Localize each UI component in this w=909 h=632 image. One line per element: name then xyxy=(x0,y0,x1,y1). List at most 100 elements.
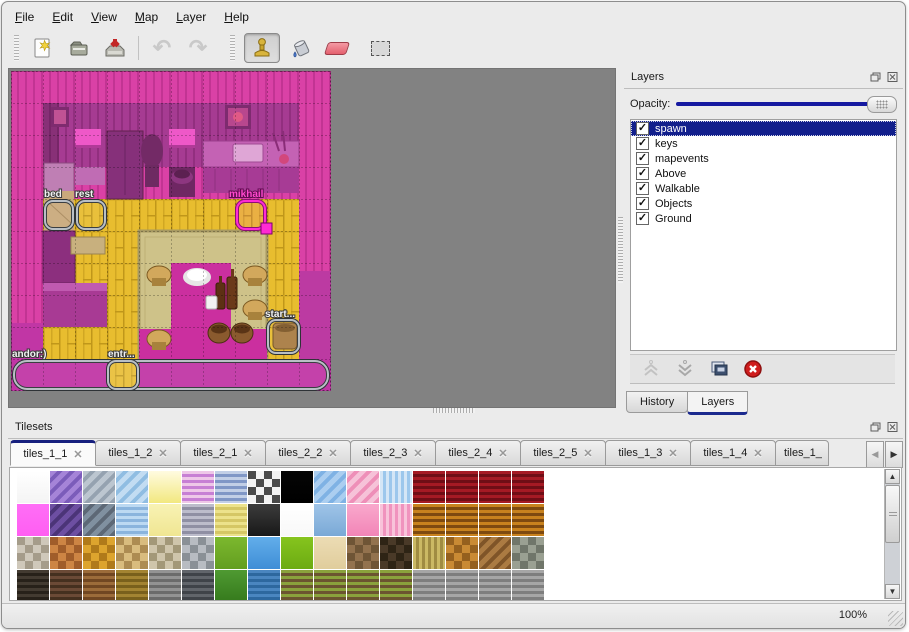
layer-visibility-checkbox[interactable]: ✓ xyxy=(636,212,649,225)
tileset-tab-tiles_2_3[interactable]: tiles_2_3✕ xyxy=(350,440,436,466)
tile-0-6[interactable] xyxy=(215,471,247,503)
tile-2-10[interactable] xyxy=(347,537,379,569)
bucket-fill-button[interactable] xyxy=(286,34,316,62)
tile-2-7[interactable] xyxy=(248,537,280,569)
tab-close-icon[interactable]: ✕ xyxy=(413,447,422,460)
tab-scroll-right-button[interactable]: ▶ xyxy=(885,441,903,468)
tile-1-7[interactable] xyxy=(248,504,280,536)
tile-2-5[interactable] xyxy=(182,537,214,569)
tile-3-4[interactable] xyxy=(149,570,181,601)
horizontal-splitter-handle[interactable] xyxy=(433,408,475,413)
tile-3-5[interactable] xyxy=(182,570,214,601)
scroll-up-button[interactable]: ▲ xyxy=(885,469,900,484)
tile-3-3[interactable] xyxy=(116,570,148,601)
tile-1-2[interactable] xyxy=(83,504,115,536)
tileset-tab-tiles_1_[interactable]: tiles_1_✕ xyxy=(775,440,829,466)
tile-3-6[interactable] xyxy=(215,570,247,601)
tile-0-4[interactable] xyxy=(149,471,181,503)
tile-2-15[interactable] xyxy=(512,537,544,569)
object-resize-handle[interactable] xyxy=(261,223,272,234)
tab-close-icon[interactable]: ✕ xyxy=(668,447,677,460)
tile-1-4[interactable] xyxy=(149,504,181,536)
menu-file[interactable]: File xyxy=(6,7,43,27)
layer-row-Above[interactable]: ✓Above xyxy=(631,166,896,181)
save-button[interactable] xyxy=(100,34,130,62)
lower-layer-button[interactable] xyxy=(674,358,696,380)
tab-close-icon[interactable]: ✕ xyxy=(243,447,252,460)
map-object-entrance-long[interactable] xyxy=(14,361,328,389)
tile-3-9[interactable] xyxy=(314,570,346,601)
tile-0-8[interactable] xyxy=(281,471,313,503)
layer-row-Walkable[interactable]: ✓Walkable xyxy=(631,181,896,196)
tile-1-8[interactable] xyxy=(281,504,313,536)
tile-1-0[interactable] xyxy=(17,504,49,536)
tile-3-13[interactable] xyxy=(446,570,478,601)
tile-1-10[interactable] xyxy=(347,504,379,536)
tile-0-3[interactable] xyxy=(116,471,148,503)
tile-0-11[interactable] xyxy=(380,471,412,503)
tile-2-8[interactable] xyxy=(281,537,313,569)
tile-2-3[interactable] xyxy=(116,537,148,569)
tile-2-12[interactable] xyxy=(413,537,445,569)
tile-2-14[interactable] xyxy=(479,537,511,569)
layer-row-Objects[interactable]: ✓Objects xyxy=(631,196,896,211)
opacity-slider-track[interactable] xyxy=(676,102,895,106)
tile-1-5[interactable] xyxy=(182,504,214,536)
tile-3-11[interactable] xyxy=(380,570,412,601)
tile-3-0[interactable] xyxy=(17,570,49,601)
tileset-tab-tiles_2_1[interactable]: tiles_2_1✕ xyxy=(180,440,266,466)
tile-1-11[interactable] xyxy=(380,504,412,536)
dock-tab-layers[interactable]: Layers xyxy=(687,391,748,415)
tile-1-1[interactable] xyxy=(50,504,82,536)
layer-row-Ground[interactable]: ✓Ground xyxy=(631,211,896,226)
tile-0-2[interactable] xyxy=(83,471,115,503)
scrollbar-thumb[interactable] xyxy=(885,485,900,543)
tile-0-7[interactable] xyxy=(248,471,280,503)
toolbar-drag-handle[interactable] xyxy=(14,35,19,61)
resize-grip[interactable] xyxy=(888,611,903,626)
new-map-button[interactable] xyxy=(28,34,58,62)
tile-1-14[interactable] xyxy=(479,504,511,536)
tileset-tab-tiles_1_3[interactable]: tiles_1_3✕ xyxy=(605,440,691,466)
tile-0-12[interactable] xyxy=(413,471,445,503)
duplicate-layer-button[interactable] xyxy=(708,358,730,380)
layer-row-mapevents[interactable]: ✓mapevents xyxy=(631,151,896,166)
tab-close-icon[interactable]: ✕ xyxy=(753,447,762,460)
menu-help[interactable]: Help xyxy=(215,7,258,27)
tile-2-9[interactable] xyxy=(314,537,346,569)
undo-button[interactable]: ↶ xyxy=(147,34,177,62)
tile-2-6[interactable] xyxy=(215,537,247,569)
stamp-brush-button[interactable] xyxy=(244,33,280,63)
rectangular-select-button[interactable] xyxy=(365,34,395,62)
float-panel-button[interactable] xyxy=(869,71,882,83)
close-tilesets-button[interactable] xyxy=(886,421,899,433)
tile-0-9[interactable] xyxy=(314,471,346,503)
tile-2-11[interactable] xyxy=(380,537,412,569)
tab-scroll-left-button[interactable]: ◀ xyxy=(866,441,884,468)
tile-1-3[interactable] xyxy=(116,504,148,536)
tile-2-2[interactable] xyxy=(83,537,115,569)
palette-scrollbar[interactable]: ▲ ▼ xyxy=(884,469,900,599)
layer-visibility-checkbox[interactable]: ✓ xyxy=(636,152,649,165)
tile-1-12[interactable] xyxy=(413,504,445,536)
float-tilesets-button[interactable] xyxy=(869,421,882,433)
raise-layer-button[interactable] xyxy=(640,358,662,380)
scroll-down-button[interactable]: ▼ xyxy=(885,584,900,599)
tab-close-icon[interactable]: ✕ xyxy=(73,448,82,461)
opacity-slider[interactable] xyxy=(676,96,897,112)
tile-3-10[interactable] xyxy=(347,570,379,601)
tile-0-1[interactable] xyxy=(50,471,82,503)
tile-3-12[interactable] xyxy=(413,570,445,601)
tileset-tab-tiles_1_4[interactable]: tiles_1_4✕ xyxy=(690,440,776,466)
layer-row-keys[interactable]: ✓keys xyxy=(631,136,896,151)
vertical-splitter-handle[interactable] xyxy=(618,217,623,283)
map-canvas[interactable]: bed rest mikhail start... andor:) entr..… xyxy=(10,71,332,391)
tab-close-icon[interactable]: ✕ xyxy=(828,447,829,460)
layer-visibility-checkbox[interactable]: ✓ xyxy=(636,122,649,135)
tile-0-13[interactable] xyxy=(446,471,478,503)
map-object-bed[interactable] xyxy=(45,201,73,229)
delete-layer-button[interactable] xyxy=(742,358,764,380)
tab-close-icon[interactable]: ✕ xyxy=(158,447,167,460)
tile-3-1[interactable] xyxy=(50,570,82,601)
tile-1-13[interactable] xyxy=(446,504,478,536)
